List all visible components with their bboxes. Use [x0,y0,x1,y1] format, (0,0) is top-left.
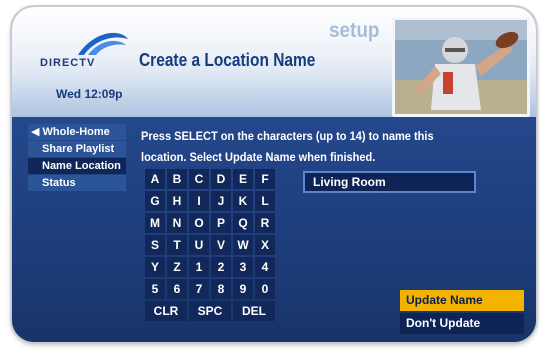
key-row: 5 6 7 8 9 0 [145,279,307,299]
key-8[interactable]: 8 [211,279,231,299]
instructions-line-2: location. Select Update Name when finish… [141,150,376,164]
key-2[interactable]: 2 [211,257,231,277]
key-3[interactable]: 3 [233,257,253,277]
key-g[interactable]: G [145,191,165,211]
logo-text: DIRECTV [40,57,96,69]
key-y[interactable]: Y [145,257,165,277]
key-o[interactable]: O [189,213,209,233]
sidebar-item-label: Name Location [42,160,121,172]
key-9[interactable]: 9 [233,279,253,299]
logo-swoosh-icon [78,32,128,55]
section-title: setup [329,19,380,42]
update-name-button[interactable]: Update Name [400,290,524,311]
key-row: A B C D E F [145,169,307,189]
key-b[interactable]: B [167,169,187,189]
key-r[interactable]: R [255,213,275,233]
key-6[interactable]: 6 [167,279,187,299]
key-h[interactable]: H [167,191,187,211]
key-d[interactable]: D [211,169,231,189]
key-row: G H I J K L [145,191,307,211]
key-m[interactable]: M [145,213,165,233]
clear-key[interactable]: CLR [145,301,187,321]
key-q[interactable]: Q [233,213,253,233]
delete-key[interactable]: DEL [233,301,275,321]
key-v[interactable]: V [211,235,231,255]
key-0[interactable]: 0 [255,279,275,299]
key-e[interactable]: E [233,169,253,189]
key-7[interactable]: 7 [189,279,209,299]
key-l[interactable]: L [255,191,275,211]
space-key[interactable]: SPC [189,301,231,321]
preview-thumbnail [392,17,530,117]
key-f[interactable]: F [255,169,275,189]
key-c[interactable]: C [189,169,209,189]
key-u[interactable]: U [189,235,209,255]
key-row: CLR SPC DEL [145,301,307,321]
key-w[interactable]: W [233,235,253,255]
sidebar-item-label: Status [42,177,76,189]
key-p[interactable]: P [211,213,231,233]
directv-logo: DIRECTV [40,21,130,69]
sidebar-item-whole-home[interactable]: ◀ Whole-Home [28,124,126,140]
key-4[interactable]: 4 [255,257,275,277]
clock: Wed 12:09p [56,87,123,101]
sidebar-item-share-playlist[interactable]: Share Playlist [28,141,126,157]
sidebar-menu: ◀ Whole-Home Share Playlist Name Locatio… [28,124,126,192]
key-s[interactable]: S [145,235,165,255]
character-keyboard: A B C D E F G H I J K L M N O P Q R S T … [145,169,307,323]
instructions: Press SELECT on the characters (up to 14… [141,126,445,168]
sidebar-item-label: Share Playlist [42,143,115,155]
key-t[interactable]: T [167,235,187,255]
page-title: Create a Location Name [139,50,316,70]
back-arrow-icon: ◀ [31,126,40,138]
instructions-line-1: Press SELECT on the characters (up to 14… [141,129,434,143]
key-n[interactable]: N [167,213,187,233]
key-k[interactable]: K [233,191,253,211]
key-5[interactable]: 5 [145,279,165,299]
key-row: M N O P Q R [145,213,307,233]
dont-update-button[interactable]: Don't Update [400,313,524,334]
key-row: Y Z 1 2 3 4 [145,257,307,277]
key-1[interactable]: 1 [189,257,209,277]
key-z[interactable]: Z [167,257,187,277]
key-i[interactable]: I [189,191,209,211]
key-x[interactable]: X [255,235,275,255]
sidebar-item-name-location[interactable]: Name Location [28,158,126,174]
key-j[interactable]: J [211,191,231,211]
key-row: S T U V W X [145,235,307,255]
football-player-image [395,20,527,114]
sidebar-item-label: Whole-Home [42,126,110,138]
key-a[interactable]: A [145,169,165,189]
location-name-field[interactable]: Living Room [303,171,476,193]
sidebar-item-status[interactable]: Status [28,175,126,191]
